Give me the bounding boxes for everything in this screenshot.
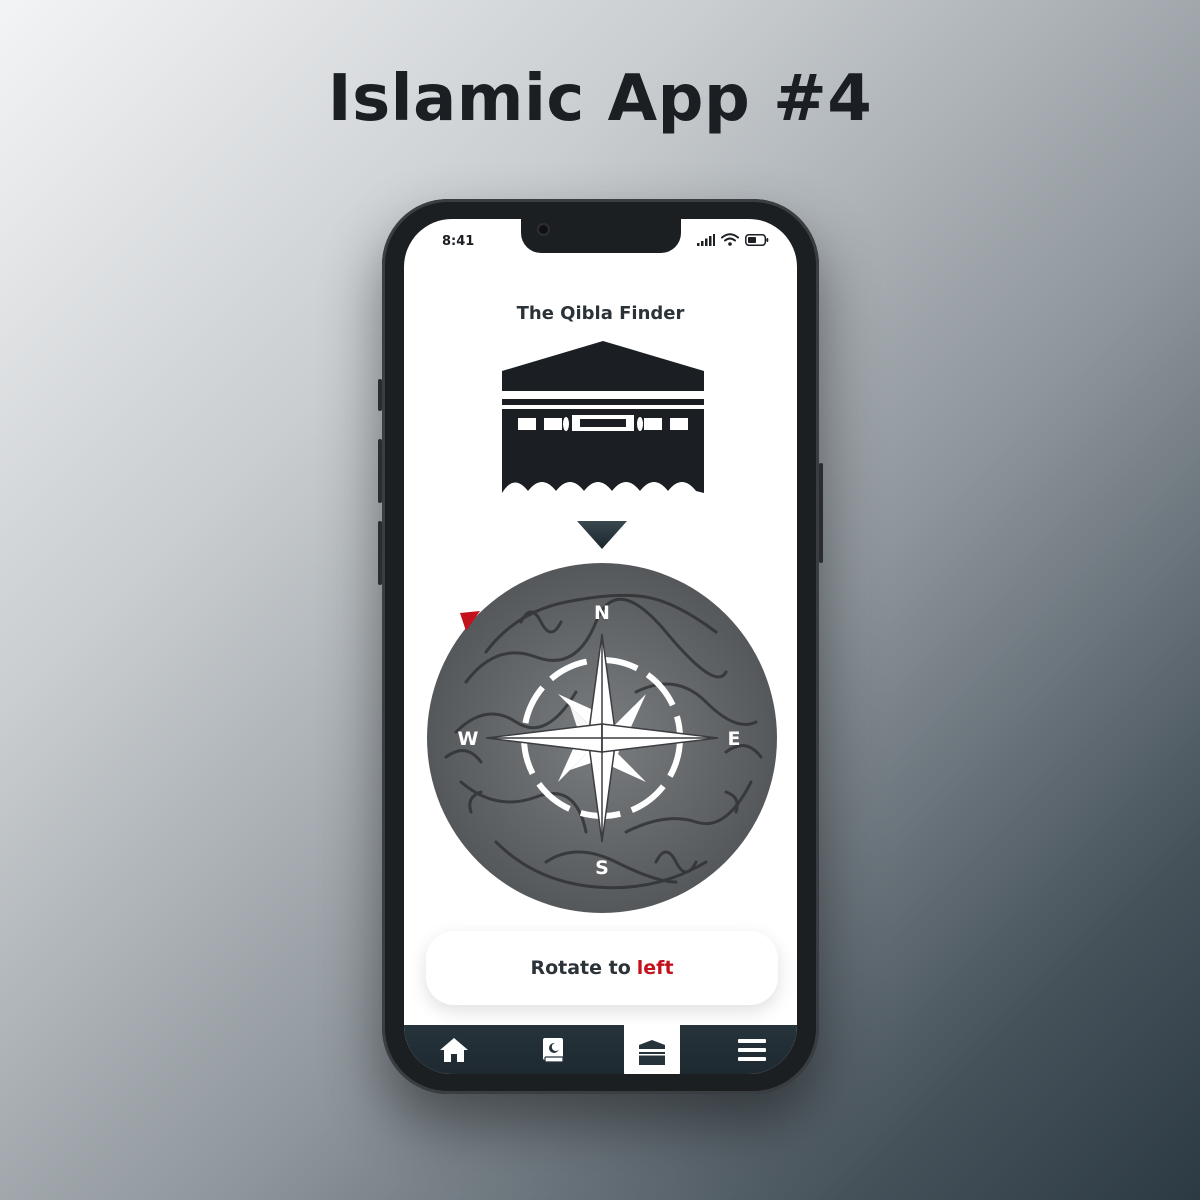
kaaba-illustration — [502, 341, 704, 493]
compass-east: E — [728, 728, 741, 750]
phone-screen: 8:41 The Qibla Finder N S W E Rotate to … — [404, 219, 797, 1074]
quran-book-icon — [543, 1037, 564, 1063]
menu-icon — [738, 1038, 766, 1061]
front-camera — [539, 225, 548, 234]
rotate-direction: left — [636, 957, 674, 979]
battery-icon — [745, 233, 769, 246]
volume-up-button — [378, 439, 382, 503]
status-time: 8:41 — [442, 234, 475, 249]
volume-down-button — [378, 521, 382, 585]
rotate-prefix: Rotate to — [530, 957, 631, 979]
tab-qibla[interactable] — [624, 1025, 680, 1074]
compass-south: S — [595, 857, 609, 879]
compass-north: N — [594, 602, 610, 624]
tab-menu[interactable] — [722, 1025, 782, 1074]
rotate-instruction-card: Rotate to left — [426, 931, 778, 1005]
tab-home[interactable] — [424, 1025, 484, 1074]
phone-frame: 8:41 The Qibla Finder N S W E Rotate to … — [378, 199, 823, 1094]
kaaba-icon — [639, 1039, 665, 1065]
wifi-icon — [721, 233, 739, 246]
status-icons — [697, 233, 769, 246]
tab-quran[interactable] — [523, 1025, 583, 1074]
signal-icon — [697, 233, 715, 246]
notch — [521, 219, 681, 253]
bottom-tab-bar — [404, 1025, 797, 1074]
headline: Islamic App #4 — [327, 62, 873, 136]
mute-switch — [378, 379, 382, 411]
compass-west: W — [458, 728, 479, 750]
screen-title: The Qibla Finder — [516, 303, 685, 324]
power-button — [819, 463, 823, 563]
heading-marker — [460, 611, 480, 631]
direction-pointer — [577, 521, 627, 549]
home-icon — [440, 1037, 468, 1062]
